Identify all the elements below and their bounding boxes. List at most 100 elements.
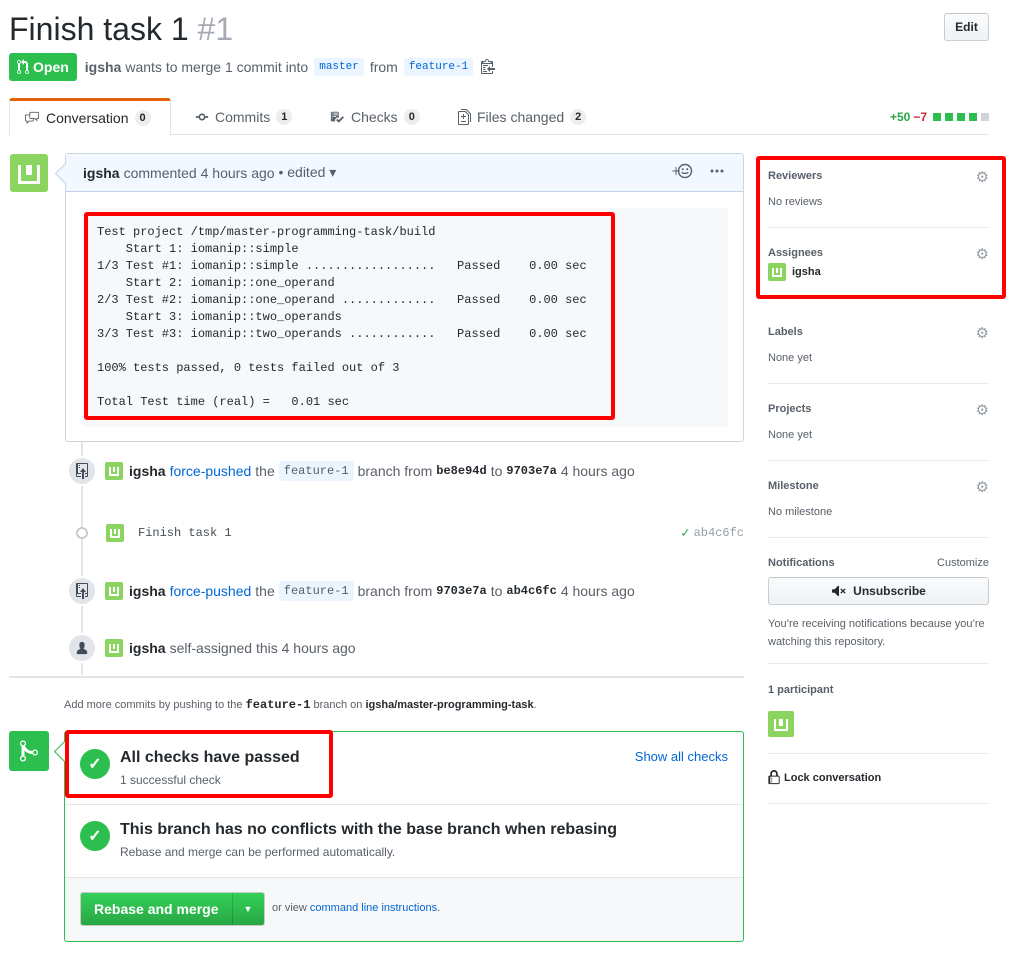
tab-conversation[interactable]: Conversation 0	[9, 98, 171, 136]
checklist-icon	[330, 111, 344, 123]
assignee-name: igsha	[792, 266, 821, 278]
event-from-sha[interactable]: be8e94d	[436, 464, 486, 478]
gear-icon[interactable]: ⚙	[976, 324, 989, 342]
rebase-and-merge-button[interactable]: Rebase and merge	[81, 893, 232, 925]
head-branch[interactable]: feature-1	[403, 58, 474, 76]
merge-summary: igsha wants to merge 1 commit into maste…	[85, 58, 496, 77]
labels-value: None yet	[768, 352, 813, 364]
git-pull-request-icon	[17, 59, 29, 75]
gear-icon[interactable]: ⚙	[976, 401, 989, 419]
notifications-note: You’re receiving notifications because y…	[768, 618, 985, 648]
author-link[interactable]: igsha	[85, 59, 122, 75]
commit-sha[interactable]: ab4c6fc	[694, 526, 744, 540]
avatar[interactable]	[105, 462, 123, 480]
kebab-icon[interactable]	[709, 163, 725, 182]
notifications-heading: Notifications	[768, 557, 835, 569]
comment-action: commented 4 hours ago	[123, 164, 275, 181]
edited-dropdown[interactable]: • edited ▾	[278, 164, 336, 181]
event-branch[interactable]: feature-1	[278, 461, 354, 481]
event-to-sha[interactable]: 9703e7a	[506, 464, 556, 478]
diff-block	[933, 113, 941, 121]
checks-subtitle: 1 successful check	[120, 773, 221, 787]
sidebar-labels: Labels ⚙ None yet	[768, 324, 989, 384]
base-branch[interactable]: master	[314, 58, 364, 76]
event-time[interactable]: 4 hours ago	[561, 583, 635, 599]
labels-heading[interactable]: Labels	[768, 326, 803, 338]
sidebar-assignees: Assignees ⚙ igsha	[768, 245, 989, 293]
or-view-label: or view	[272, 902, 307, 914]
lock-icon	[768, 770, 780, 785]
event-author[interactable]: igsha	[129, 583, 166, 599]
tab-commits[interactable]: Commits 1	[181, 98, 306, 135]
tab-checks[interactable]: Checks 0	[315, 98, 434, 135]
merge-button-group: Rebase and merge ▼	[80, 892, 265, 926]
sidebar-notifications: Notifications Customize Unsubscribe You’…	[768, 557, 989, 664]
hint-branch: feature-1	[245, 698, 311, 712]
sidebar-projects: Projects ⚙ None yet	[768, 401, 989, 461]
event-author[interactable]: igsha	[129, 463, 166, 479]
conflicts-section: ✓ This branch has no conflicts with the …	[65, 805, 743, 878]
tab-conversation-count: 0	[134, 110, 151, 126]
tab-checks-label: Checks	[351, 108, 398, 125]
event-to-sha[interactable]: ab4c6fc	[506, 584, 556, 598]
tab-files-changed[interactable]: Files changed 2	[444, 98, 600, 135]
avatar[interactable]	[105, 582, 123, 600]
diff-block	[969, 113, 977, 121]
pr-header: Finish task 1 #1 Edit	[9, 6, 989, 50]
unsubscribe-button[interactable]: Unsubscribe	[768, 577, 989, 605]
customize-link[interactable]: Customize	[937, 557, 989, 569]
unsubscribe-label: Unsubscribe	[853, 584, 926, 598]
diff-block	[957, 113, 965, 121]
comment-header: igsha commented 4 hours ago • edited ▾ +	[66, 154, 743, 192]
event-branch[interactable]: feature-1	[278, 581, 354, 601]
assignees-heading[interactable]: Assignees	[768, 247, 823, 259]
force-pushed-link[interactable]: force-pushed	[170, 463, 252, 479]
event-time[interactable]: 4 hours ago	[561, 463, 635, 479]
show-all-checks-link[interactable]: Show all checks	[635, 749, 728, 764]
check-icon: ✓	[80, 749, 110, 779]
check-icon[interactable]: ✓	[681, 525, 689, 542]
diff-block	[945, 113, 953, 121]
gear-icon[interactable]: ⚙	[976, 478, 989, 496]
smiley-icon[interactable]: +	[671, 163, 693, 182]
push-hint: Add more commits by pushing to the featu…	[64, 698, 537, 712]
pr-title-text: Finish task 1	[9, 11, 189, 47]
assignee-item[interactable]: igsha	[768, 263, 821, 281]
timeline-event-assign: igsha self-assigned this 4 hours ago	[67, 633, 356, 663]
lock-conversation[interactable]: Lock conversation	[768, 770, 881, 785]
reviewers-heading[interactable]: Reviewers	[768, 170, 822, 182]
command-line-link[interactable]: command line instructions	[310, 902, 437, 914]
comment-author[interactable]: igsha	[83, 165, 120, 181]
pr-title: Finish task 1 #1	[9, 10, 233, 48]
merge-action-section: Rebase and merge ▼ or view command line …	[65, 878, 743, 941]
tab-checks-count: 0	[403, 108, 420, 125]
chevron-down-icon[interactable]: ▼	[231, 893, 264, 925]
gear-icon[interactable]: ⚙	[976, 168, 989, 186]
repo-push-icon	[67, 576, 97, 606]
timeline-commit: Finish task 1 ✓ ab4c6fc	[106, 522, 744, 544]
comment-actions: +	[671, 163, 725, 182]
edit-button[interactable]: Edit	[944, 13, 989, 41]
or-view-text: or view command line instructions.	[272, 902, 440, 914]
force-pushed-link[interactable]: force-pushed	[170, 583, 252, 599]
avatar[interactable]	[106, 524, 124, 542]
event-text: self-assigned this 4 hours ago	[169, 640, 356, 656]
from-text: from	[369, 59, 398, 75]
commit-message[interactable]: Finish task 1	[138, 526, 232, 540]
event-from-sha[interactable]: 9703e7a	[436, 584, 486, 598]
event-text: branch from	[357, 583, 433, 599]
comment-icon	[25, 111, 39, 125]
merge-text: wants to merge 1 commit into	[125, 59, 309, 75]
avatar[interactable]	[768, 711, 794, 737]
gear-icon[interactable]: ⚙	[976, 245, 989, 263]
event-author[interactable]: igsha	[129, 640, 166, 656]
avatar[interactable]	[10, 154, 48, 192]
projects-value: None yet	[768, 429, 813, 441]
commit-sha-group: ✓ ab4c6fc	[681, 525, 744, 542]
event-text: the	[255, 463, 275, 479]
pr-meta: Open igsha wants to merge 1 commit into …	[9, 53, 496, 81]
projects-heading[interactable]: Projects	[768, 403, 811, 415]
milestone-heading[interactable]: Milestone	[768, 480, 819, 492]
clipboard-icon[interactable]	[481, 58, 496, 77]
avatar[interactable]	[105, 639, 123, 657]
